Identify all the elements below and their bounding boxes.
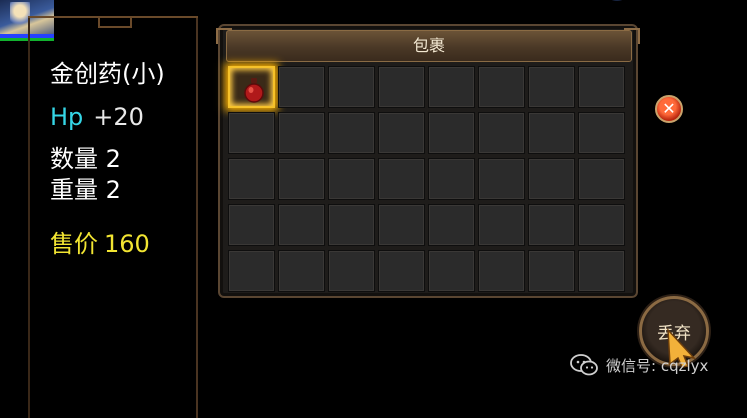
inventory-slot[interactable] [528,158,575,200]
inventory-slot[interactable] [278,112,325,154]
inventory-slot[interactable] [428,250,475,292]
item-quantity: 数量 2 [50,145,121,173]
inventory-slot[interactable] [328,66,375,108]
player-figure [10,2,30,28]
top-orb-icon [600,0,634,2]
inventory-slot[interactable] [378,204,425,246]
inventory-slot[interactable] [278,66,325,108]
panel-frame-top [28,16,198,32]
inventory-slot[interactable] [378,250,425,292]
inventory-slot[interactable] [478,112,525,154]
inventory-slot[interactable] [578,250,625,292]
inventory-slot[interactable] [228,250,275,292]
inventory-slot[interactable] [328,158,375,200]
red-potion-icon [244,78,264,103]
inventory-slot[interactable] [528,66,575,108]
price-value: 160 [104,230,150,258]
inventory-slot[interactable] [428,112,475,154]
price-label: 售价 [50,230,98,258]
inventory-slot[interactable] [428,66,475,108]
inventory-slot[interactable] [528,204,575,246]
inventory-slot[interactable] [428,204,475,246]
inventory-slot[interactable] [478,158,525,200]
item-name: 金创药(小) [50,60,165,88]
inventory-slot[interactable] [328,250,375,292]
inventory-slot[interactable] [378,112,425,154]
inventory-slot[interactable] [278,204,325,246]
bag-title: 包裹 [226,30,632,62]
quantity-value: 2 [105,145,121,173]
inventory-slot[interactable] [378,158,425,200]
inventory-slot[interactable] [478,204,525,246]
inventory-slot[interactable] [378,66,425,108]
wechat-watermark: 微信号: cqzlyx [570,352,708,378]
inventory-slot[interactable] [328,112,375,154]
inventory-slot[interactable] [228,112,275,154]
inventory-slot[interactable] [428,158,475,200]
inventory-slot[interactable] [228,204,275,246]
inventory-slot[interactable] [528,250,575,292]
inventory-slot[interactable] [578,158,625,200]
hp-label: Hp [50,103,84,131]
inventory-slot[interactable] [478,66,525,108]
inventory-slot[interactable] [228,158,275,200]
close-icon[interactable]: ✕ [655,95,683,123]
item-hp-stat: Hp +20 [50,103,144,131]
inventory-slot[interactable] [228,66,275,108]
inventory-slot[interactable] [578,204,625,246]
inventory-slot[interactable] [278,158,325,200]
inventory-bag: 包裹 [216,24,640,298]
item-weight: 重量 2 [50,176,121,204]
inventory-slot[interactable] [478,250,525,292]
hp-value: +20 [93,103,144,131]
inventory-slot[interactable] [278,250,325,292]
inventory-slot[interactable] [578,66,625,108]
weight-label: 重量 [50,176,98,204]
inventory-slot[interactable] [328,204,375,246]
inventory-grid [228,66,625,292]
watermark-text: 微信号: cqzlyx [606,356,709,375]
quantity-label: 数量 [50,145,98,173]
wechat-logo-icon [570,354,598,376]
inventory-slot[interactable] [578,112,625,154]
weight-value: 2 [105,176,121,204]
inventory-slot[interactable] [528,112,575,154]
item-price: 售价 160 [50,230,150,258]
